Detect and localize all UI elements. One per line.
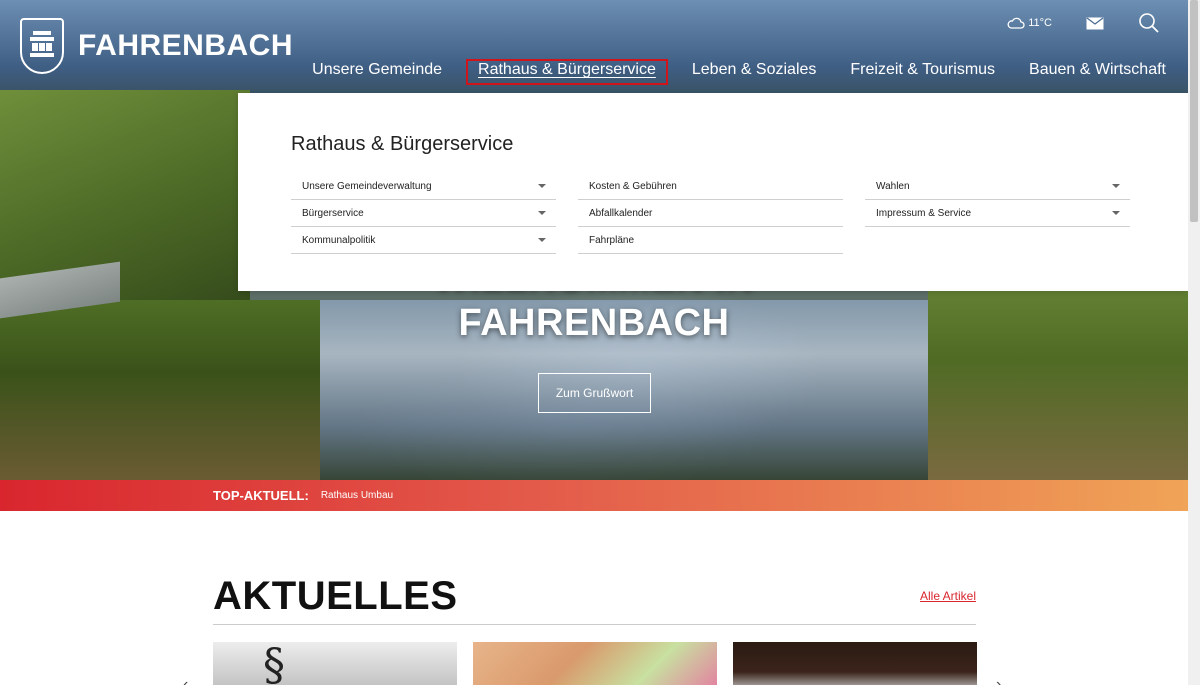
news-card[interactable]	[733, 642, 977, 685]
news-card[interactable]: §	[213, 642, 457, 685]
caret-down-icon[interactable]	[538, 211, 546, 215]
site-name: FAHRENBACH	[78, 29, 293, 62]
nav-leben-soziales[interactable]: Leben & Soziales	[682, 59, 827, 85]
ticker-link[interactable]: Rathaus Umbau	[321, 490, 393, 501]
menu-item-buergerservice[interactable]: Bürgerservice	[291, 200, 556, 227]
chevron-right-icon[interactable]: ›	[996, 676, 1001, 685]
nav-unsere-gemeinde[interactable]: Unsere Gemeinde	[302, 59, 452, 85]
mega-menu-column: Wahlen Impressum & Service	[865, 173, 1130, 254]
welcome-button[interactable]: Zum Grußwort	[538, 373, 651, 413]
caret-down-icon[interactable]	[538, 238, 546, 242]
mega-menu-title: Rathaus & Bürgerservice	[291, 133, 514, 155]
mega-menu-grid: Unsere Gemeindeverwaltung Bürgerservice …	[291, 173, 1142, 254]
top-news-ticker: TOP-AKTUELL: Rathaus Umbau	[0, 480, 1188, 511]
nav-freizeit-tourismus[interactable]: Freizeit & Tourismus	[840, 59, 1005, 85]
all-articles-link[interactable]: Alle Artikel	[920, 589, 976, 603]
menu-item-wahlen[interactable]: Wahlen	[865, 173, 1130, 200]
hero-title-line2: FAHRENBACH	[458, 302, 730, 344]
scrollbar-thumb[interactable]	[1190, 0, 1198, 222]
mega-menu-column: Unsere Gemeindeverwaltung Bürgerservice …	[291, 173, 556, 254]
news-cards: §	[213, 642, 977, 685]
menu-item-impressum-service[interactable]: Impressum & Service	[865, 200, 1130, 227]
caret-down-icon[interactable]	[1112, 211, 1120, 215]
menu-item-gemeindeverwaltung[interactable]: Unsere Gemeindeverwaltung	[291, 173, 556, 200]
section-divider	[213, 624, 976, 625]
utility-bar: 11°C	[1007, 12, 1160, 34]
menu-item-fahrplaene[interactable]: Fahrpläne	[578, 227, 843, 254]
chevron-left-icon[interactable]: ‹	[183, 676, 188, 685]
paragraph-icon: §	[263, 642, 285, 685]
site-logo[interactable]: FAHRENBACH	[20, 18, 293, 74]
caret-down-icon[interactable]	[538, 184, 546, 188]
crest-icon	[20, 18, 64, 74]
temperature-value: 11°C	[1028, 17, 1052, 29]
nav-bauen-wirtschaft[interactable]: Bauen & Wirtschaft	[1019, 59, 1176, 85]
search-icon[interactable]	[1138, 12, 1160, 34]
mail-icon[interactable]	[1086, 17, 1104, 30]
news-section-title: AKTUELLES	[213, 574, 458, 618]
weather-widget[interactable]: 11°C	[1007, 16, 1052, 30]
main-navigation: Unsere Gemeinde Rathaus & Bürgerservice …	[288, 59, 1176, 85]
page-scrollbar[interactable]	[1188, 0, 1200, 685]
menu-item-abfallkalender[interactable]: Abfallkalender	[578, 200, 843, 227]
mega-menu: Rathaus & Bürgerservice Unsere Gemeindev…	[238, 93, 1188, 291]
ticker-label: TOP-AKTUELL:	[213, 488, 309, 503]
menu-item-kosten-gebuehren[interactable]: Kosten & Gebühren	[578, 173, 843, 200]
news-card[interactable]	[473, 642, 717, 685]
nav-rathaus-buergerservice[interactable]: Rathaus & Bürgerservice	[466, 59, 668, 85]
mega-menu-column: Kosten & Gebühren Abfallkalender Fahrplä…	[578, 173, 843, 254]
menu-item-kommunalpolitik[interactable]: Kommunalpolitik	[291, 227, 556, 254]
cloud-icon	[1007, 16, 1025, 30]
caret-down-icon[interactable]	[1112, 184, 1120, 188]
